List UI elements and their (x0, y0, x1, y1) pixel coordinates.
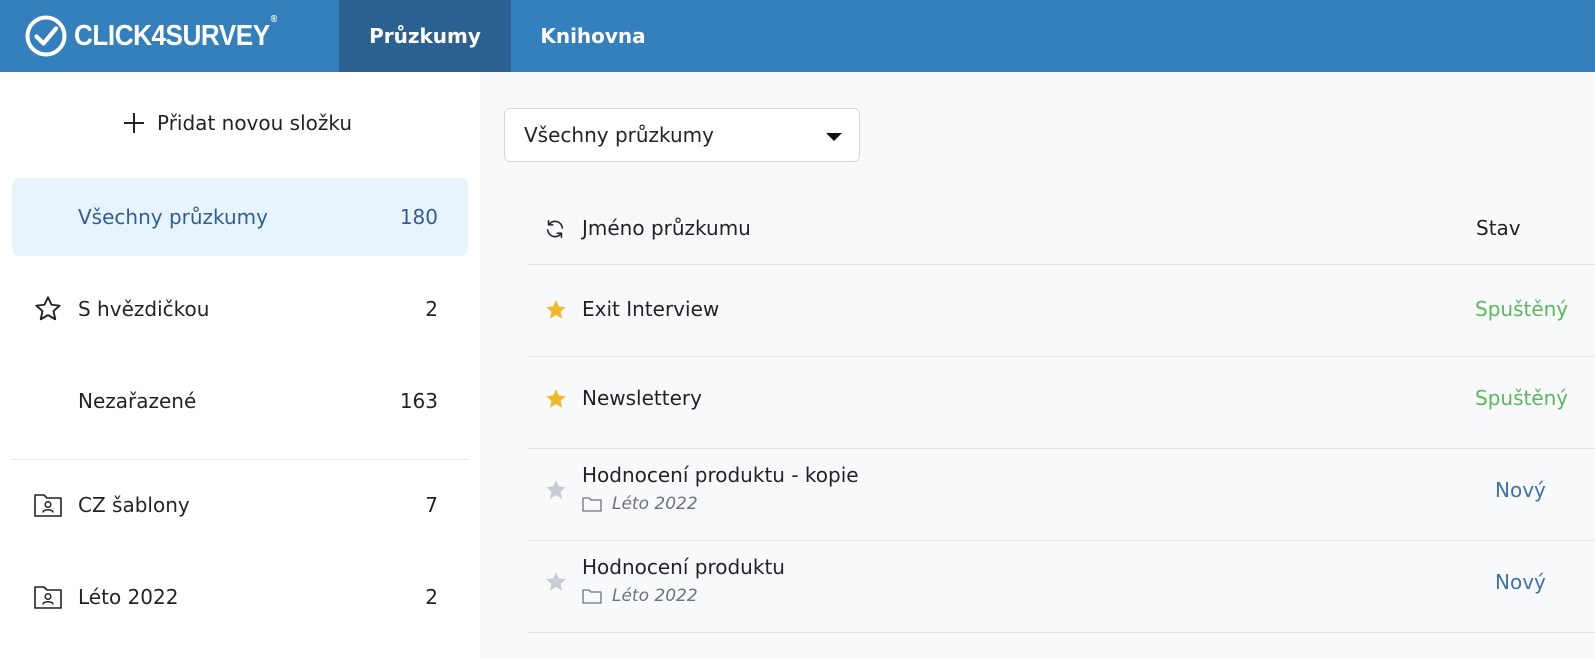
status-badge: Nový (1495, 478, 1546, 502)
table-row[interactable]: Hodnocení produktu Léto 2022 Nový (528, 541, 1595, 633)
folder-user-icon (32, 581, 64, 613)
table-row[interactable]: Newslettery Spuštěný (528, 357, 1595, 449)
star-filled-icon[interactable] (544, 298, 568, 322)
table-row[interactable]: Hodnocení produktu - kopie Léto 2022 Nov… (528, 449, 1595, 541)
survey-filter-dropdown[interactable]: Všechny průzkumy (504, 108, 860, 162)
sidebar-divider (12, 459, 468, 460)
sidebar-item-count: 163 (399, 389, 438, 413)
folder-icon (582, 497, 602, 512)
star-empty-icon[interactable] (544, 570, 568, 594)
table-header: Jméno průzkumu Stav (528, 192, 1595, 265)
survey-folder: Léto 2022 (582, 586, 698, 606)
column-header-status[interactable]: Stav (1476, 216, 1521, 240)
status-badge: Spuštěný (1475, 297, 1569, 321)
sidebar-item-count: 2 (425, 297, 438, 321)
sidebar-item-cz-sablony[interactable]: CZ šablony 7 (12, 466, 468, 544)
survey-folder: Léto 2022 (582, 494, 698, 514)
folder-user-icon (32, 489, 64, 521)
sidebar-item-label: CZ šablony (78, 493, 190, 517)
column-header-name[interactable]: Jméno průzkumu (582, 216, 751, 240)
status-badge: Spuštěný (1475, 386, 1569, 410)
sidebar-item-leto-2022[interactable]: Léto 2022 2 (12, 558, 468, 636)
survey-folder-label: Léto 2022 (612, 586, 698, 606)
folder-icon (582, 589, 602, 604)
add-folder-button[interactable]: Přidat novou složku (123, 108, 352, 138)
plus-icon (124, 113, 144, 133)
survey-folder-label: Léto 2022 (612, 494, 698, 514)
sidebar-item-count: 180 (399, 205, 438, 229)
main-content: Všechny průzkumy Jméno průzkumu Stav Exi… (480, 72, 1595, 658)
sidebar-item-label: Všechny průzkumy (78, 205, 268, 229)
app-logo[interactable]: CLICK4SURVEY® (24, 13, 299, 59)
tab-knihovna[interactable]: Knihovna (511, 0, 675, 72)
survey-name[interactable]: Newslettery (582, 386, 702, 410)
registered-mark: ® (270, 13, 278, 25)
survey-name[interactable]: Exit Interview (582, 297, 719, 321)
top-bar: CLICK4SURVEY® Průzkumy Knihovna (0, 0, 1595, 72)
survey-name[interactable]: Hodnocení produktu - kopie (582, 463, 859, 487)
refresh-icon[interactable] (544, 218, 566, 240)
sidebar-item-label: Léto 2022 (78, 585, 179, 609)
sidebar: Přidat novou složku Všechny průzkumy 180… (0, 72, 480, 658)
check-circle-logo-icon (25, 15, 67, 57)
tab-pruzkumy[interactable]: Průzkumy (339, 0, 511, 72)
star-outline-icon (32, 293, 64, 325)
app-logo-text: CLICK4SURVEY® (74, 13, 277, 52)
survey-name[interactable]: Hodnocení produktu (582, 555, 785, 579)
sidebar-item-label: S hvězdičkou (78, 297, 210, 321)
star-empty-icon[interactable] (544, 478, 568, 502)
sidebar-item-all-surveys[interactable]: Všechny průzkumy 180 (12, 178, 468, 256)
table-row[interactable]: Exit Interview Spuštěný (528, 265, 1595, 357)
caret-down-icon (826, 133, 842, 141)
sidebar-item-uncategorized[interactable]: Nezařazené 163 (12, 362, 468, 440)
sidebar-item-starred[interactable]: S hvězdičkou 2 (12, 270, 468, 348)
star-filled-icon[interactable] (544, 387, 568, 411)
survey-filter-value: Všechny průzkumy (524, 123, 714, 147)
sidebar-item-count: 2 (425, 585, 438, 609)
add-folder-label: Přidat novou složku (157, 111, 353, 135)
status-badge: Nový (1495, 570, 1546, 594)
sidebar-item-label: Nezařazené (78, 389, 197, 413)
sidebar-item-count: 7 (425, 493, 438, 517)
